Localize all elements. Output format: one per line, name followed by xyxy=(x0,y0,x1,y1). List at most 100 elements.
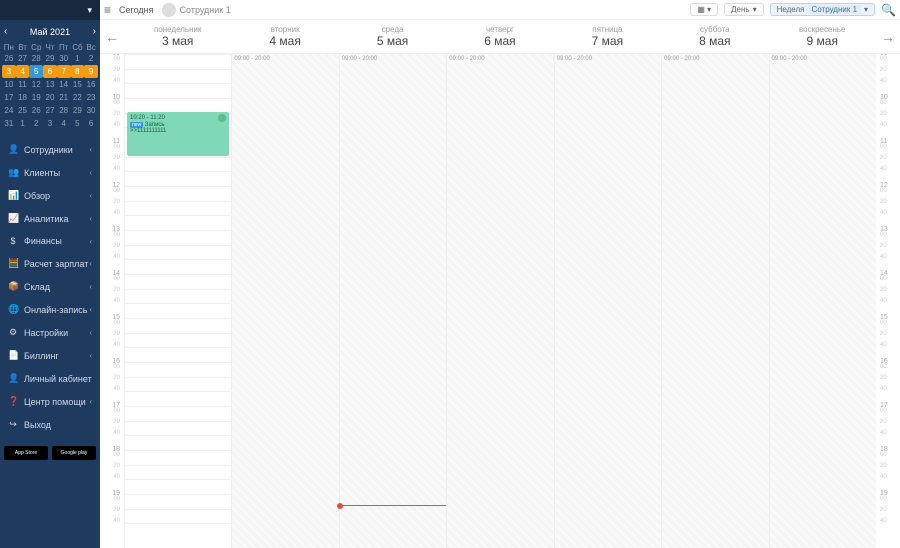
dow-label: воскресенье xyxy=(769,25,876,34)
staff-selector[interactable]: Сотрудник 1 xyxy=(162,3,231,17)
cal-day[interactable]: 4 xyxy=(16,65,30,78)
cal-day[interactable]: 9 xyxy=(84,65,98,78)
cal-day[interactable]: 24 xyxy=(2,104,16,117)
week-day-header[interactable]: вторник4 мая xyxy=(231,25,338,48)
sidebar-item[interactable]: ❓Центр помощи‹ xyxy=(0,390,100,413)
week-day-header[interactable]: суббота8 мая xyxy=(661,25,768,48)
dow-cell: Пн xyxy=(2,43,16,52)
cal-day[interactable]: 2 xyxy=(29,117,43,130)
cal-day[interactable]: 22 xyxy=(71,91,85,104)
cal-day[interactable]: 31 xyxy=(2,117,16,130)
sidebar-item[interactable]: 🧮Расчет зарплат‹ xyxy=(0,252,100,275)
cal-day[interactable]: 4 xyxy=(57,117,71,130)
mini-cal-grid: 2627282930123456789101112131415161718192… xyxy=(0,52,100,130)
gplay-badge[interactable]: Google play xyxy=(52,446,96,460)
cal-day[interactable]: 29 xyxy=(43,52,57,65)
cal-day[interactable]: 26 xyxy=(2,52,16,65)
search-icon[interactable]: 🔍 xyxy=(881,3,896,17)
cal-day[interactable]: 3 xyxy=(2,65,16,78)
sidebar-item[interactable]: 📈Аналитика‹ xyxy=(0,207,100,230)
cal-day[interactable]: 23 xyxy=(84,91,98,104)
calendar-event[interactable]: 10:20 - 11:20new Запись>>1111111111 xyxy=(127,112,229,156)
cal-day[interactable]: 25 xyxy=(16,104,30,117)
week-day-header[interactable]: понедельник3 мая xyxy=(124,25,231,48)
today-button[interactable]: Сегодня xyxy=(119,5,154,15)
cal-day[interactable]: 21 xyxy=(57,91,71,104)
week-day-header[interactable]: воскресенье9 мая xyxy=(769,25,876,48)
nav-label: Онлайн-запись xyxy=(24,305,87,315)
day-view-button[interactable]: День ▾ xyxy=(724,3,763,16)
cal-day[interactable]: 26 xyxy=(29,104,43,117)
mini-cal-dow: ПнВтСрЧтПтСбВс xyxy=(0,43,100,52)
nav-icon: ↪ xyxy=(8,419,18,430)
cal-day[interactable]: 15 xyxy=(71,78,85,91)
sidebar-item[interactable]: 📊Обзор‹ xyxy=(0,184,100,207)
cal-day[interactable]: 6 xyxy=(43,65,57,78)
mini-cal-prev[interactable]: ‹ xyxy=(4,26,7,37)
cal-day[interactable]: 27 xyxy=(16,52,30,65)
sidebar-item[interactable]: 📦Склад‹ xyxy=(0,275,100,298)
cal-day[interactable]: 29 xyxy=(71,104,85,117)
menu-icon[interactable]: ≡ xyxy=(104,3,111,17)
cal-day[interactable]: 8 xyxy=(71,65,85,78)
cal-day[interactable]: 6 xyxy=(84,117,98,130)
cal-day[interactable]: 30 xyxy=(84,104,98,117)
cal-day[interactable]: 17 xyxy=(2,91,16,104)
day-column[interactable]: 09:00 - 20:00 xyxy=(231,54,338,548)
cal-day[interactable]: 19 xyxy=(29,91,43,104)
week-day-header[interactable]: четверг6 мая xyxy=(446,25,553,48)
cal-day[interactable]: 28 xyxy=(57,104,71,117)
dow-label: среда xyxy=(339,25,446,34)
sidebar-collapse[interactable]: ▾ xyxy=(0,0,100,20)
cal-day[interactable]: 12 xyxy=(29,78,43,91)
week-prev[interactable]: ← xyxy=(100,29,124,45)
nav-label: Центр помощи xyxy=(24,397,86,407)
cal-day[interactable]: 1 xyxy=(16,117,30,130)
cal-day[interactable]: 16 xyxy=(84,78,98,91)
cal-day[interactable]: 10 xyxy=(2,78,16,91)
day-column[interactable]: 09:00 - 20:00 xyxy=(446,54,553,548)
cal-day[interactable]: 28 xyxy=(29,52,43,65)
calendar-grid[interactable]: 0900204010002040110020401200204013002040… xyxy=(100,54,900,548)
day-column[interactable]: 09:00 - 20:00 xyxy=(769,54,876,548)
sidebar-item[interactable]: ⚙Настройки‹ xyxy=(0,321,100,344)
cal-day[interactable]: 7 xyxy=(57,65,71,78)
cal-day[interactable]: 5 xyxy=(71,117,85,130)
nav-icon: 📦 xyxy=(8,281,18,292)
cal-day[interactable]: 27 xyxy=(43,104,57,117)
day-column[interactable]: 09:00 - 20:00 xyxy=(661,54,768,548)
cal-day[interactable]: 5 xyxy=(29,65,43,78)
sidebar-item[interactable]: 👥Клиенты‹ xyxy=(0,161,100,184)
cal-day[interactable]: 13 xyxy=(43,78,57,91)
cal-day[interactable]: 3 xyxy=(43,117,57,130)
appstore-badge[interactable]: App Store xyxy=(4,446,48,460)
cal-day[interactable]: 2 xyxy=(84,52,98,65)
cal-day[interactable]: 1 xyxy=(71,52,85,65)
sidebar-item[interactable]: 👤Личный кабинет xyxy=(0,367,100,390)
list-view-button[interactable]: ▦ ▾ xyxy=(690,3,718,16)
day-column[interactable]: 09:00 - 20:00 xyxy=(554,54,661,548)
cal-day[interactable]: 18 xyxy=(16,91,30,104)
avatar-icon xyxy=(162,3,176,17)
sidebar-item[interactable]: 👤Сотрудники‹ xyxy=(0,138,100,161)
cal-day[interactable]: 11 xyxy=(16,78,30,91)
sidebar-item[interactable]: ↪ Выход xyxy=(0,413,100,436)
sidebar-item[interactable]: $Финансы‹ xyxy=(0,230,100,252)
week-day-header[interactable]: пятница7 мая xyxy=(554,25,661,48)
nav-icon: ⚙ xyxy=(8,327,18,338)
cal-day[interactable]: 20 xyxy=(43,91,57,104)
week-view-button[interactable]: Неделя Сотрудник 1 ▾ xyxy=(770,3,875,16)
sidebar-item[interactable]: 📄Биллинг‹ xyxy=(0,344,100,367)
nav-label: Выход xyxy=(24,420,51,430)
chevron-left-icon: ‹ xyxy=(89,351,92,360)
date-label: 8 мая xyxy=(661,34,768,48)
cal-day[interactable]: 14 xyxy=(57,78,71,91)
mini-cal-next[interactable]: › xyxy=(93,26,96,37)
cal-day[interactable]: 30 xyxy=(57,52,71,65)
day-column[interactable]: 10:20 - 11:20new Запись>>1111111111 xyxy=(124,54,231,548)
week-next[interactable]: → xyxy=(876,29,900,45)
day-column[interactable]: 09:00 - 20:00 xyxy=(339,54,446,548)
week-day-header[interactable]: среда5 мая xyxy=(339,25,446,48)
sidebar-item[interactable]: 🌐Онлайн-запись‹ xyxy=(0,298,100,321)
nav-icon: 🌐 xyxy=(8,304,18,315)
